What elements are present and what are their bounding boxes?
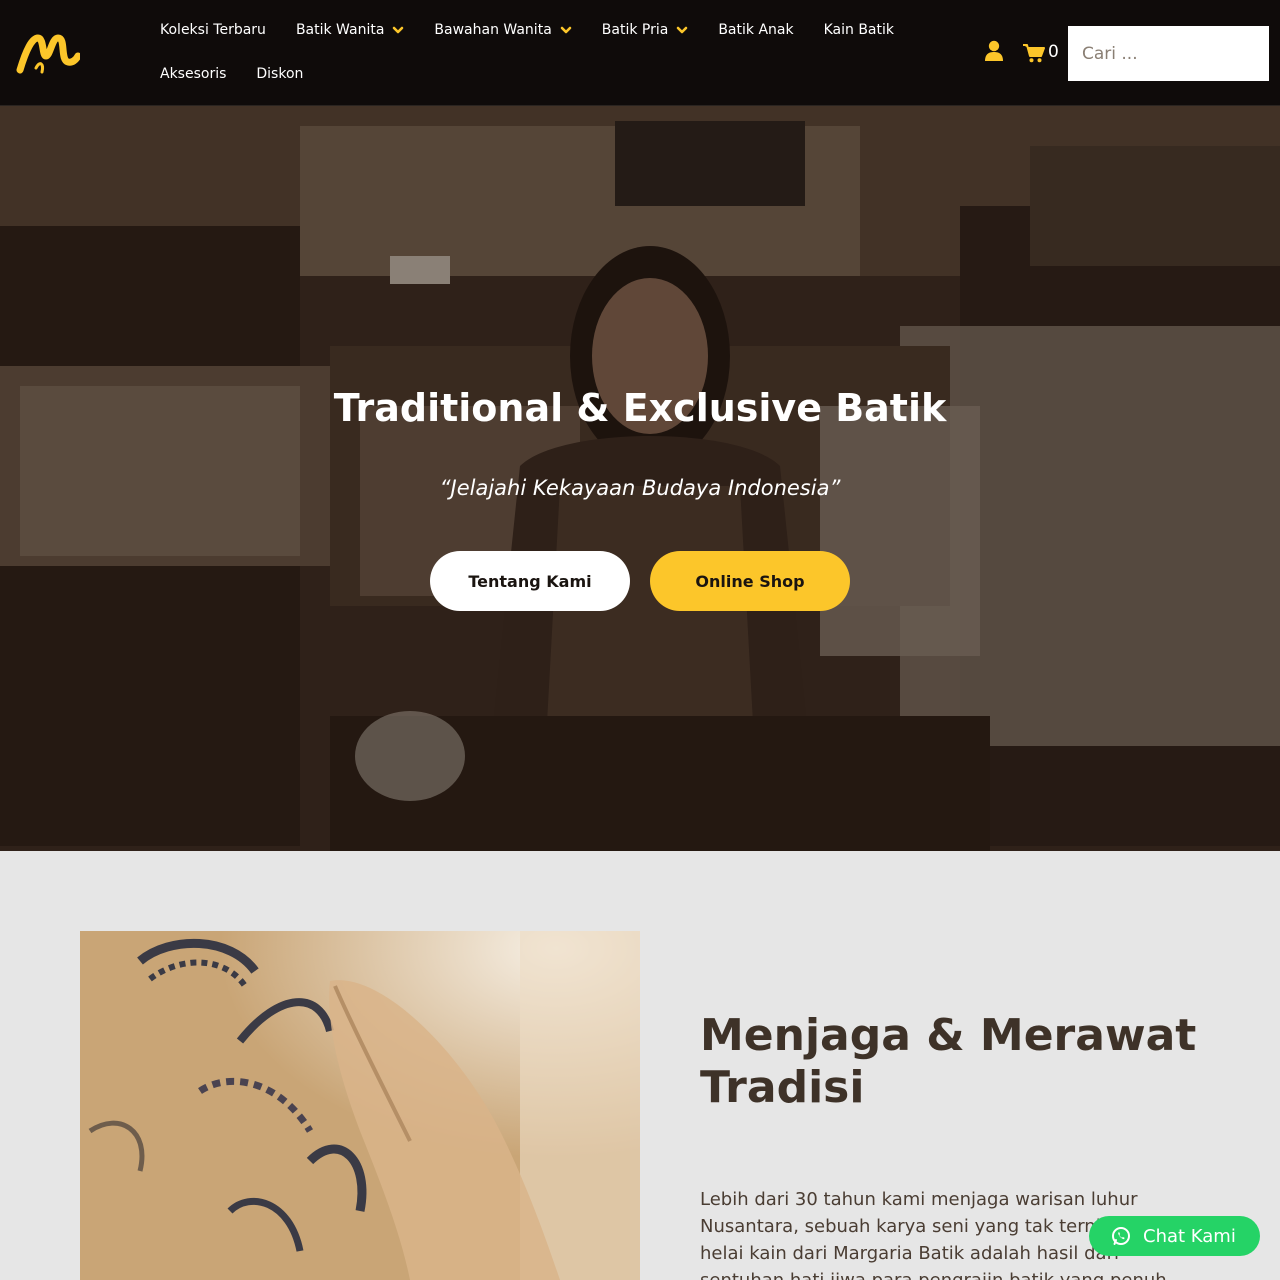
cart-count[interactable]: 0	[1048, 42, 1059, 62]
search-input[interactable]	[1068, 26, 1269, 81]
user-icon[interactable]	[984, 40, 1004, 62]
main-nav: Koleksi Terbaru Batik Wanita Bawahan Wan…	[145, 8, 945, 96]
nav-item-batik-pria[interactable]: Batik Pria	[587, 8, 704, 52]
hero-title: Traditional & Exclusive Batik	[333, 386, 947, 430]
nav-item-kain-batik[interactable]: Kain Batik	[809, 8, 909, 52]
nav-item-label: Batik Wanita	[295, 22, 385, 38]
about-title: Menjaga & Merawat Tradisi	[700, 1010, 1197, 1113]
margaria-logo-icon[interactable]	[16, 30, 80, 76]
nav-item-label: Diskon	[256, 66, 304, 82]
about-us-button[interactable]: Tentang Kami	[430, 551, 630, 611]
nav-item-label: Bawahan Wanita	[434, 22, 552, 38]
nav-item-batik-anak[interactable]: Batik Anak	[703, 8, 808, 52]
chat-label: Chat Kami	[1143, 1225, 1236, 1247]
nav-item-label: Koleksi Terbaru	[160, 22, 266, 38]
nav-item-aksesoris[interactable]: Aksesoris	[145, 52, 241, 96]
whatsapp-icon	[1112, 1227, 1130, 1245]
nav-item-label: Aksesoris	[160, 66, 227, 82]
chevron-down-icon	[393, 26, 404, 34]
nav-item-label: Batik Anak	[718, 22, 794, 38]
online-shop-button[interactable]: Online Shop	[650, 551, 850, 611]
site-header: Koleksi Terbaru Batik Wanita Bawahan Wan…	[0, 0, 1280, 106]
cart-icon[interactable]	[1023, 43, 1045, 63]
nav-item-koleksi-terbaru[interactable]: Koleksi Terbaru	[145, 8, 281, 52]
nav-item-diskon[interactable]: Diskon	[241, 52, 318, 96]
hero-section: Traditional & Exclusive Batik “Jelajahi …	[0, 106, 1280, 851]
nav-item-label: Batik Pria	[601, 22, 669, 38]
chevron-down-icon	[560, 26, 572, 34]
nav-item-label: Kain Batik	[823, 22, 894, 38]
batik-making-photo	[80, 931, 640, 1280]
hero-subtitle: “Jelajahi Kekayaan Budaya Indonesia”	[439, 476, 841, 500]
chat-button[interactable]: Chat Kami	[1089, 1216, 1260, 1256]
batik-photo-art	[80, 931, 640, 1280]
nav-item-bawahan-wanita[interactable]: Bawahan Wanita	[419, 8, 586, 52]
nav-item-batik-wanita[interactable]: Batik Wanita	[281, 8, 419, 52]
chevron-down-icon	[677, 26, 688, 34]
